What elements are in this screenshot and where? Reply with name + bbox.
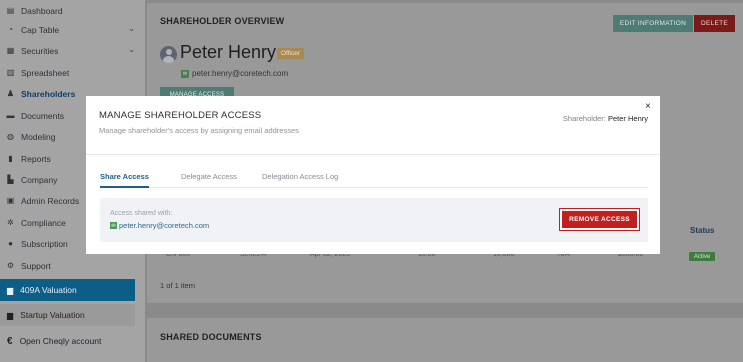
users-icon: ♟ bbox=[6, 89, 15, 98]
dollar-icon: ● bbox=[8, 239, 13, 248]
sidebar-item-label: Subscription bbox=[21, 238, 68, 249]
sidebar-item-securities[interactable]: ▦ Securities ⌄ bbox=[0, 40, 145, 61]
sidebar-item-label: Documents bbox=[21, 110, 64, 121]
sidebar-item-label: Shareholders bbox=[21, 88, 76, 99]
mail-icon: ✉ bbox=[181, 69, 189, 78]
pie-chart-icon: ◔ bbox=[8, 25, 13, 34]
pagination-summary: 1 of 1 item bbox=[160, 281, 196, 290]
access-email-row: ✉ peter.henry@coretech.com bbox=[110, 221, 209, 230]
chevron-down-icon: ⌄ bbox=[128, 45, 135, 54]
document-icon: ▆ bbox=[7, 310, 14, 320]
modal-title: MANAGE SHAREHOLDER ACCESS bbox=[99, 110, 262, 121]
section-title: SHARED DOCUMENTS bbox=[160, 332, 262, 342]
status-badge: Active bbox=[689, 252, 715, 261]
building-icon: ▙ bbox=[7, 175, 14, 184]
sidebar-item-label: Spreadsheet bbox=[21, 67, 70, 78]
spreadsheet-icon: ▥ bbox=[6, 68, 15, 77]
sidebar-item-label: Compliance bbox=[21, 217, 66, 228]
delete-button[interactable]: DELETE bbox=[694, 15, 735, 32]
shareholder-email: ✉ peter.henry@coretech.com bbox=[181, 69, 288, 78]
remove-access-button[interactable]: REMOVE ACCESS bbox=[559, 208, 640, 231]
sidebar-item-label: Cap Table bbox=[21, 24, 60, 35]
sidebar-item-support[interactable]: ⚙ Support bbox=[0, 255, 145, 276]
document-icon: ▆ bbox=[7, 285, 14, 295]
sidebar-item-409a-valuation[interactable]: ▆ 409A Valuation bbox=[0, 279, 135, 301]
shareholder-label: Shareholder: Peter Henry bbox=[563, 114, 648, 123]
access-shared-panel: Access shared with: ✉ peter.henry@corete… bbox=[100, 198, 648, 242]
sidebar-item-open-cheqly[interactable]: € Open Cheqly account bbox=[0, 330, 145, 352]
sidebar-item-label: Modeling bbox=[21, 131, 56, 142]
dashboard-icon: ▤ bbox=[6, 6, 15, 15]
folder-icon: ▬ bbox=[6, 111, 15, 120]
sidebar-item-cap-table[interactable]: ◔ Cap Table ⌄ bbox=[0, 19, 145, 40]
sidebar-item-spreadsheet[interactable]: ▥ Spreadsheet bbox=[0, 62, 145, 83]
column-header-status: Status bbox=[690, 226, 715, 235]
document-icon: ▦ bbox=[6, 46, 15, 55]
officer-badge: Officer bbox=[277, 48, 305, 59]
sidebar-item-label: Reports bbox=[21, 153, 51, 164]
sidebar-item-label: Support bbox=[21, 260, 51, 271]
support-icon: ⚙ bbox=[6, 261, 15, 270]
manage-access-modal: MANAGE SHAREHOLDER ACCESS Manage shareho… bbox=[86, 96, 660, 254]
access-shared-label: Access shared with: bbox=[110, 210, 173, 217]
sidebar-item-label: Admin Records bbox=[21, 195, 80, 206]
avatar bbox=[160, 46, 177, 63]
modal-tabs: Share Access Delegate Access Delegation … bbox=[100, 172, 648, 188]
shared-documents-card: SHARED DOCUMENTS bbox=[147, 318, 743, 362]
divider bbox=[86, 154, 660, 155]
edit-information-button[interactable]: EDIT INFORMATION bbox=[613, 15, 693, 32]
sidebar-item-label: Securities bbox=[21, 45, 59, 56]
cheqly-logo-icon: € bbox=[7, 335, 13, 347]
sidebar-item-label: Startup Valuation bbox=[20, 310, 85, 320]
modeling-icon: ◍ bbox=[7, 132, 14, 141]
shield-icon: ✲ bbox=[7, 218, 14, 227]
page-title: SHAREHOLDER OVERVIEW bbox=[160, 16, 285, 26]
sidebar-item-dashboard[interactable]: ▤ Dashboard bbox=[0, 0, 145, 21]
reports-icon: ▮ bbox=[8, 154, 13, 163]
sidebar-item-startup-valuation[interactable]: ▆ Startup Valuation bbox=[0, 304, 135, 326]
tab-share-access[interactable]: Share Access bbox=[100, 172, 149, 188]
chevron-down-icon: ⌄ bbox=[128, 24, 135, 33]
shareholder-prefix: Shareholder: bbox=[562, 114, 606, 123]
close-icon[interactable]: × bbox=[645, 101, 651, 112]
sidebar-item-label: 409A Valuation bbox=[20, 285, 77, 295]
shareholder-value: Peter Henry bbox=[607, 114, 648, 123]
tab-delegation-access-log[interactable]: Delegation Access Log bbox=[262, 172, 338, 188]
tab-delegate-access[interactable]: Delegate Access bbox=[181, 172, 237, 188]
records-icon: ▣ bbox=[6, 196, 15, 205]
modal-subtitle: Manage shareholder's access by assigning… bbox=[99, 126, 299, 135]
sidebar-item-label: Dashboard bbox=[21, 5, 63, 16]
sidebar-item-label: Open Cheqly account bbox=[19, 336, 102, 346]
mail-icon: ✉ bbox=[110, 222, 117, 229]
access-email: peter.henry@coretech.com bbox=[119, 221, 210, 230]
shareholder-name: Peter Henry bbox=[180, 42, 277, 62]
sidebar-item-label: Company bbox=[21, 174, 58, 185]
email-text: peter.henry@coretech.com bbox=[192, 69, 289, 78]
